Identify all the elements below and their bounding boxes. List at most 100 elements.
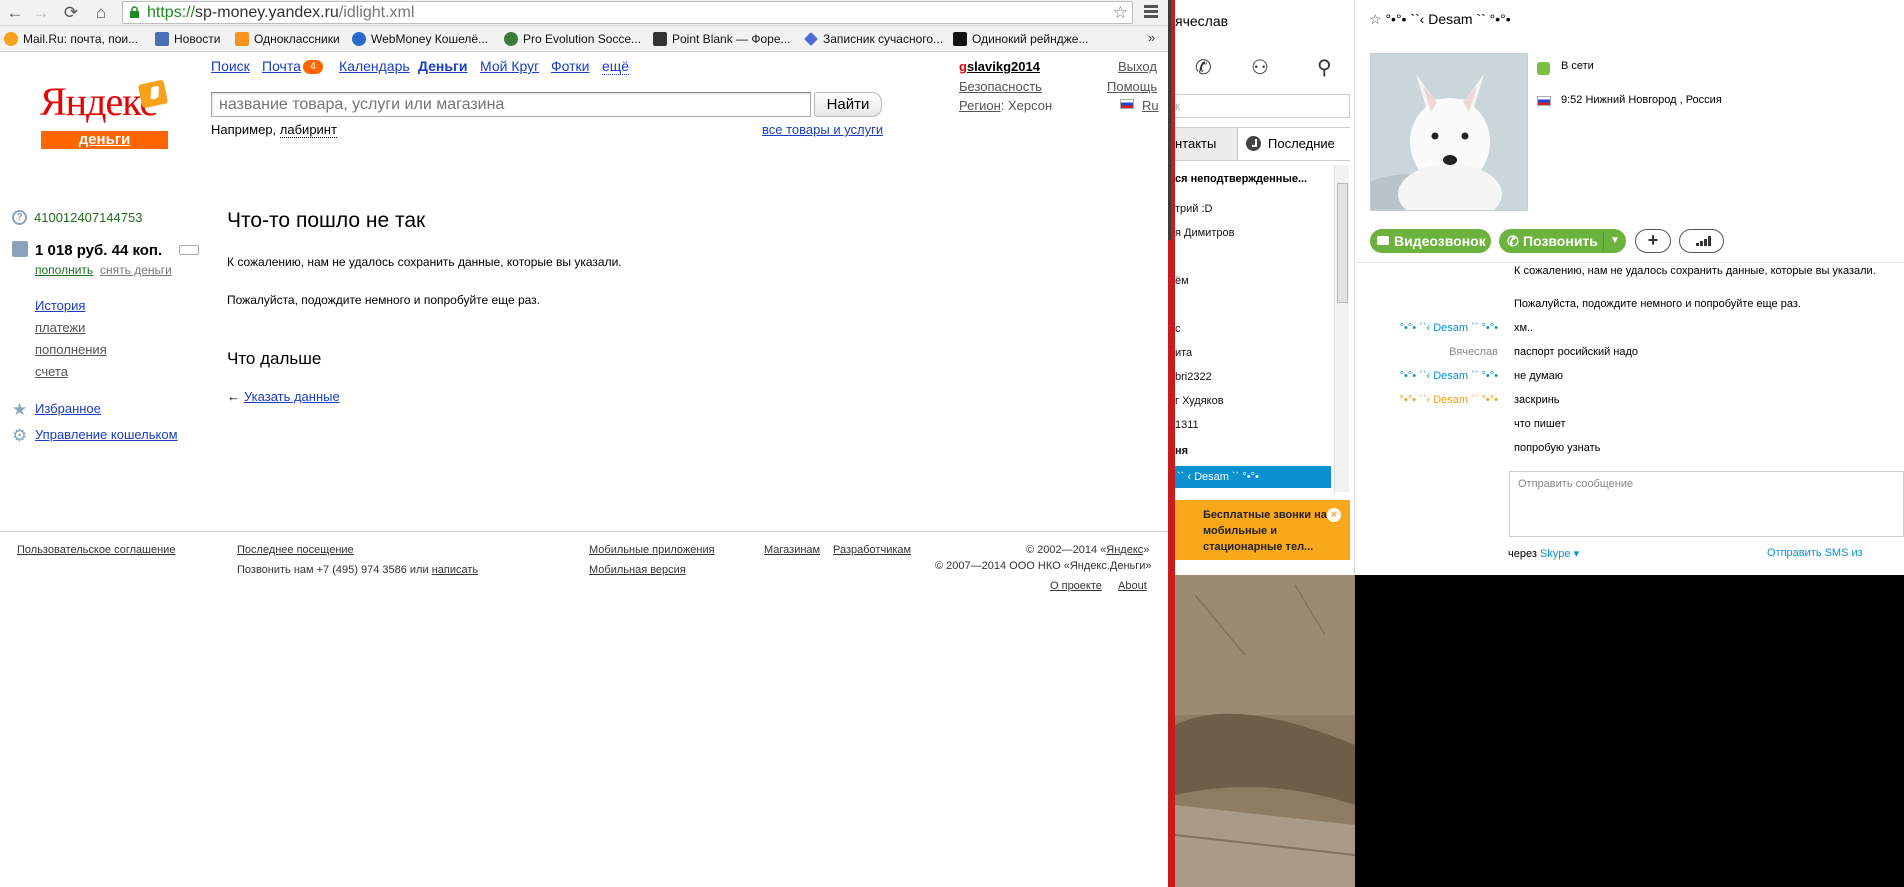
list-item[interactable]: bri2322: [1175, 371, 1212, 383]
close-icon[interactable]: ×: [1327, 508, 1341, 522]
call-quality-button[interactable]: [1679, 229, 1724, 253]
scrollbar-thumb[interactable]: [1337, 183, 1348, 303]
user-agreement-link[interactable]: Пользовательское соглашение: [17, 544, 175, 556]
specify-data-link[interactable]: Указать данные: [244, 389, 340, 404]
bookmark-item[interactable]: Pro Evolution Socce...: [504, 30, 641, 48]
add-contact-icon[interactable]: ⚲: [1317, 55, 1332, 80]
add-participant-button[interactable]: +: [1635, 229, 1671, 253]
call-button[interactable]: ✆ Позвонить ▼: [1499, 229, 1626, 253]
yandex-link[interactable]: Яндекс: [1106, 544, 1143, 556]
about-project-link[interactable]: О проекте: [1050, 580, 1102, 592]
contact-search-input[interactable]: к: [1175, 94, 1350, 118]
shops-link[interactable]: Магазинам: [764, 544, 820, 556]
send-via-dropdown[interactable]: Skype ▾: [1540, 548, 1579, 560]
wallet-settings-link[interactable]: Управление кошельком: [35, 427, 178, 442]
search-example: Например, лабиринт: [211, 122, 337, 138]
nav-mail[interactable]: Почта: [262, 58, 301, 74]
history-link[interactable]: История: [35, 298, 85, 313]
bookmarks-more-button[interactable]: »: [1148, 30, 1155, 45]
bookmark-item[interactable]: Одноклассники: [235, 30, 340, 48]
language-link[interactable]: Ru: [1142, 98, 1159, 113]
group-icon[interactable]: ⚇: [1251, 55, 1269, 80]
call-dropdown-icon[interactable]: ▼: [1610, 229, 1620, 253]
tab-recent[interactable]: Последние: [1237, 128, 1350, 160]
about-link[interactable]: About: [1118, 580, 1147, 592]
bookmark-item[interactable]: Mail.Ru: почта, пои...: [4, 30, 138, 48]
bookmark-item[interactable]: Записник сучасного...: [804, 30, 943, 48]
search-button[interactable]: Найти: [814, 92, 882, 117]
message-text: К сожалению, нам не удалось сохранить да…: [1514, 265, 1876, 277]
back-icon[interactable]: ←: [4, 2, 26, 24]
list-item[interactable]: ита: [1175, 347, 1192, 359]
promo-banner[interactable]: Бесплатные звонки на мобильные и стацион…: [1175, 500, 1350, 560]
bills-link[interactable]: счета: [35, 364, 68, 379]
browser-menu-icon[interactable]: [1141, 3, 1161, 23]
help-link[interactable]: Помощь: [1107, 79, 1157, 94]
nav-photos[interactable]: Фотки: [551, 58, 589, 74]
reload-icon[interactable]: ⟳: [60, 2, 82, 24]
list-item[interactable]: ём: [1175, 275, 1189, 287]
message-text: хм..: [1514, 322, 1534, 334]
mobile-version-link[interactable]: Мобильная версия: [589, 564, 686, 576]
region-link[interactable]: Регион: [959, 98, 1001, 113]
card-icon[interactable]: [179, 245, 199, 255]
bookmark-item[interactable]: WebMoney Кошелё...: [352, 30, 488, 48]
nav-calendar[interactable]: Календарь: [339, 58, 410, 74]
avatar[interactable]: [1370, 53, 1528, 211]
self-video-preview[interactable]: [1175, 575, 1355, 887]
list-item[interactable]: с: [1175, 323, 1181, 335]
clock-icon: [1246, 136, 1261, 151]
tab-contacts[interactable]: нтакты: [1175, 128, 1237, 160]
profile-name[interactable]: ячеслав: [1175, 13, 1228, 29]
all-goods-link[interactable]: все товары и услуги: [762, 122, 883, 137]
bookmark-item[interactable]: Новости: [155, 30, 220, 48]
last-visit-link[interactable]: Последнее посещение: [237, 544, 354, 556]
developers-link[interactable]: Разработчикам: [833, 544, 911, 556]
security-link[interactable]: Безопасность: [959, 79, 1042, 94]
hd-icon: [953, 32, 967, 46]
message-sender[interactable]: Вячеслав: [1449, 346, 1498, 358]
write-link[interactable]: написать: [432, 564, 478, 576]
question-icon[interactable]: ?: [12, 210, 27, 225]
video-call-button[interactable]: Видеозвонок: [1370, 229, 1491, 253]
topup-link[interactable]: пополнить: [35, 263, 93, 277]
forward-icon[interactable]: →: [30, 2, 52, 24]
message-sender[interactable]: °•°• ``‹ Desam `` °•°•: [1400, 322, 1498, 334]
replenishments-link[interactable]: пополнения: [35, 342, 107, 357]
list-item[interactable]: г Худяков: [1175, 395, 1224, 407]
address-bar[interactable]: https://sp-money.yandex.ru/idlight.xml ☆: [122, 1, 1133, 24]
nav-money[interactable]: Деньги: [418, 58, 467, 74]
nav-mykrug[interactable]: Мой Круг: [480, 58, 539, 74]
example-link[interactable]: лабиринт: [279, 122, 337, 138]
home-icon[interactable]: ⌂: [90, 2, 112, 24]
favorites-link[interactable]: Избранное: [35, 401, 101, 416]
payments-link[interactable]: платежи: [35, 320, 85, 335]
withdraw-link[interactable]: снять деньги: [100, 263, 172, 277]
favorite-star-icon[interactable]: ☆: [1369, 11, 1382, 27]
phone-icon[interactable]: ✆: [1195, 55, 1212, 80]
message-sender[interactable]: °•°• ``‹ Desam `` °•°•: [1400, 394, 1498, 406]
selected-contact[interactable]: `` ‹ Desam `` °•°•: [1175, 466, 1331, 488]
list-item[interactable]: 1311: [1175, 419, 1199, 431]
bookmark-item[interactable]: Одинокий рейндже...: [953, 30, 1088, 48]
list-item[interactable]: ня: [1175, 445, 1188, 457]
list-item[interactable]: трий :D: [1175, 203, 1213, 215]
money-logo-link[interactable]: деньги: [41, 131, 168, 149]
globe-icon: [352, 32, 366, 46]
list-item[interactable]: я Димитров: [1175, 227, 1234, 239]
bookmark-star-icon[interactable]: ☆: [1113, 2, 1128, 23]
send-sms-link[interactable]: Отправить SMS из: [1767, 547, 1863, 559]
b-icon: [155, 32, 169, 46]
bookmark-item[interactable]: Point Blank — Форе...: [653, 30, 791, 48]
lock-icon: [130, 6, 139, 18]
message-input[interactable]: Отправить сообщение: [1509, 471, 1904, 537]
logout-link[interactable]: Выход: [1118, 59, 1157, 74]
search-input[interactable]: [211, 92, 811, 117]
nav-more[interactable]: ещё: [602, 58, 630, 75]
username-link[interactable]: gslavikg2014: [959, 59, 1040, 74]
message-sender[interactable]: °•°• ``‹ Desam `` °•°•: [1400, 370, 1498, 382]
camera-icon: [1377, 236, 1389, 245]
mobile-apps-link[interactable]: Мобильные приложения: [589, 544, 715, 556]
contacts-scrollbar[interactable]: [1334, 165, 1349, 492]
nav-search[interactable]: Поиск: [211, 58, 250, 74]
